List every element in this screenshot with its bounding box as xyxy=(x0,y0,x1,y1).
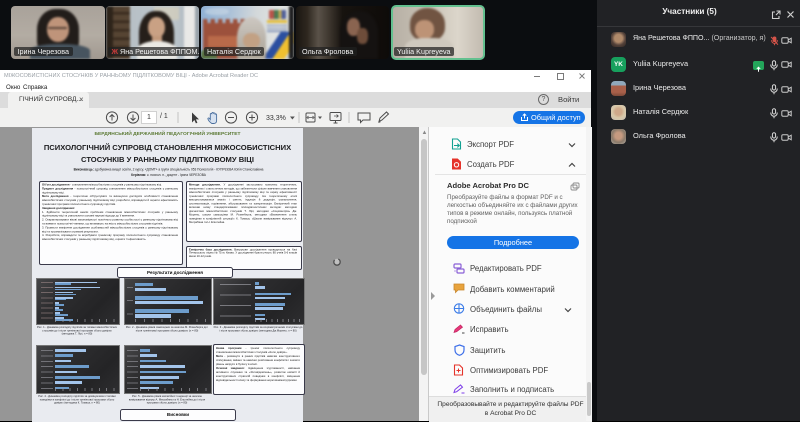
svg-text:33,3%: 33,3% xyxy=(266,115,286,122)
